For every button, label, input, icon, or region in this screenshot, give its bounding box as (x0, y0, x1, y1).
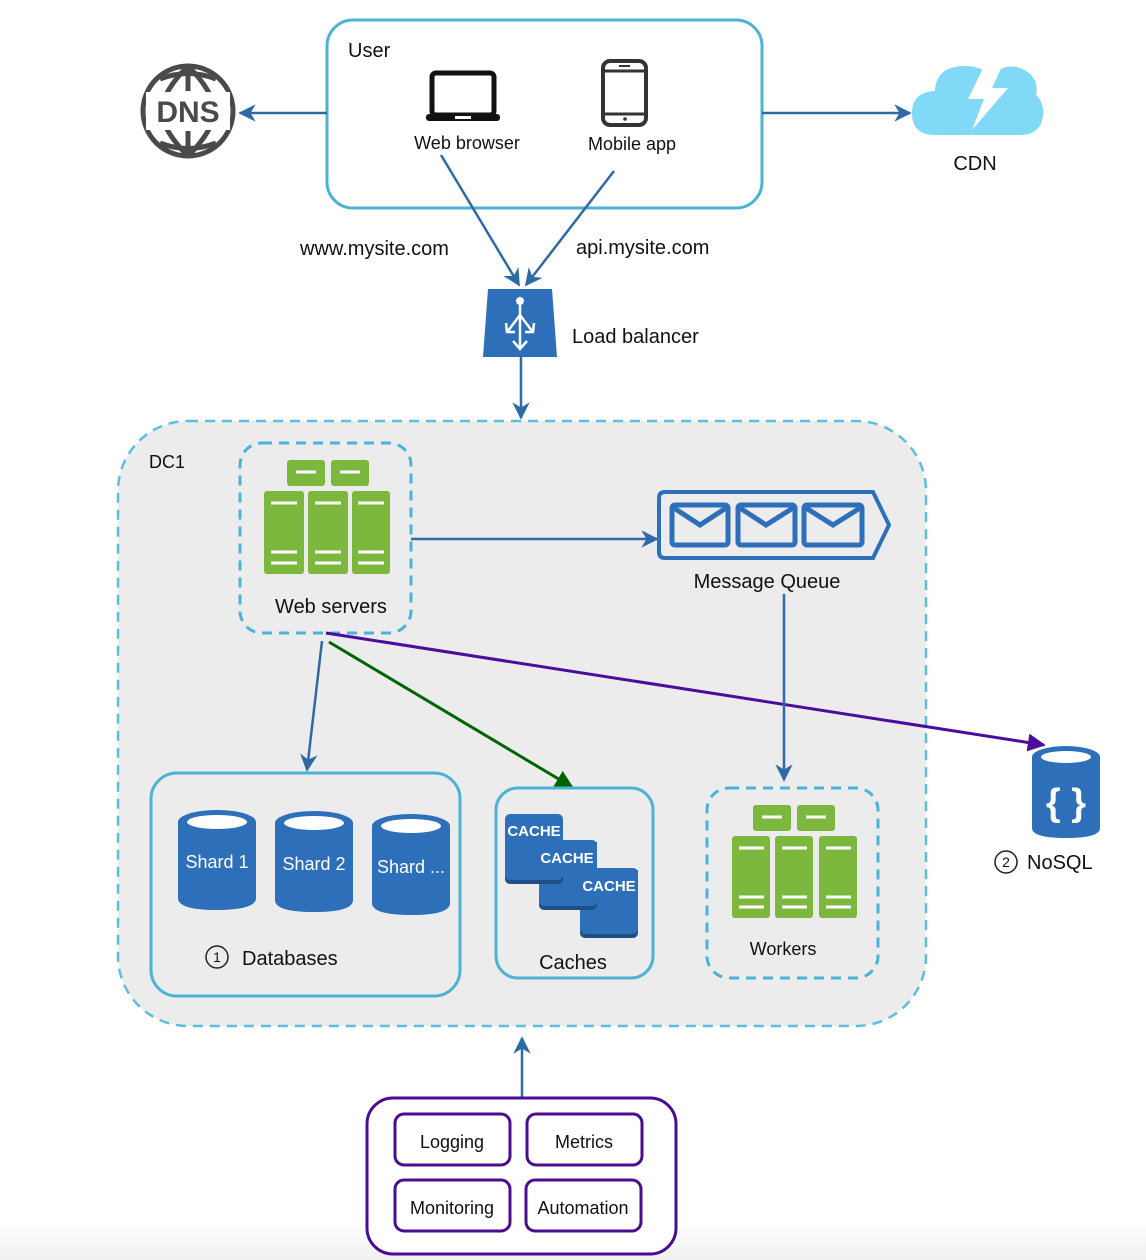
shard-label: Shard 1 (185, 852, 248, 872)
nosql-database-icon: { } (1032, 746, 1100, 838)
nosql-label: NoSQL (1027, 852, 1093, 874)
tool-label: Monitoring (410, 1198, 494, 1218)
web-servers-label: Web servers (275, 596, 387, 618)
user-box-title: User (348, 40, 391, 62)
caches-label: Caches (539, 952, 607, 974)
cache-label: CACHE (582, 878, 635, 895)
datacenter-label: DC1 (149, 452, 185, 472)
nosql-glyph: { } (1046, 782, 1086, 824)
nosql-node[interactable]: { } 2 NoSQL (994, 746, 1100, 874)
message-queue-label: Message Queue (694, 571, 841, 593)
databases-number: 1 (213, 949, 221, 965)
cdn-cloud-icon (912, 62, 1044, 135)
load-balancer-label: Load balancer (572, 326, 699, 348)
user-box[interactable]: User Web browser Mobile app (325, 18, 764, 210)
workers-label: Workers (750, 939, 817, 959)
shard-label: Shard 2 (282, 854, 345, 874)
dns-label: DNS (156, 96, 219, 129)
load-balancer-node[interactable]: Load balancer (483, 289, 699, 357)
tools-group[interactable]: Logging Metrics Monitoring Automation (365, 1096, 678, 1256)
web-domain-label: www.mysite.com (299, 238, 449, 260)
shard-n[interactable]: Shard ... (372, 814, 450, 915)
tool-automation[interactable]: Automation (524, 1178, 643, 1233)
cache-label: CACHE (540, 850, 593, 867)
tool-metrics[interactable]: Metrics (525, 1112, 644, 1167)
shard-2[interactable]: Shard 2 (275, 811, 353, 912)
tool-label: Metrics (555, 1132, 613, 1152)
nosql-number: 2 (1002, 854, 1010, 870)
load-balancer-icon (483, 289, 557, 357)
api-domain-label: api.mysite.com (576, 237, 709, 259)
databases-label: Databases (242, 948, 338, 970)
tool-monitoring[interactable]: Monitoring (393, 1178, 512, 1233)
shard-1[interactable]: Shard 1 (178, 810, 256, 910)
cdn-label: CDN (953, 153, 996, 175)
cache-label: CACHE (507, 823, 560, 840)
tool-label: Logging (420, 1132, 484, 1152)
architecture-diagram: User Web browser Mobile app DNS CDN www.… (0, 18, 1146, 1260)
web-browser-label: Web browser (414, 133, 520, 153)
dns-node[interactable]: DNS (140, 63, 236, 159)
tool-logging[interactable]: Logging (393, 1112, 512, 1167)
cdn-node[interactable]: CDN (912, 62, 1044, 175)
mobile-app-label: Mobile app (588, 134, 676, 154)
tool-label: Automation (537, 1198, 628, 1218)
shard-label: Shard ... (377, 857, 445, 877)
